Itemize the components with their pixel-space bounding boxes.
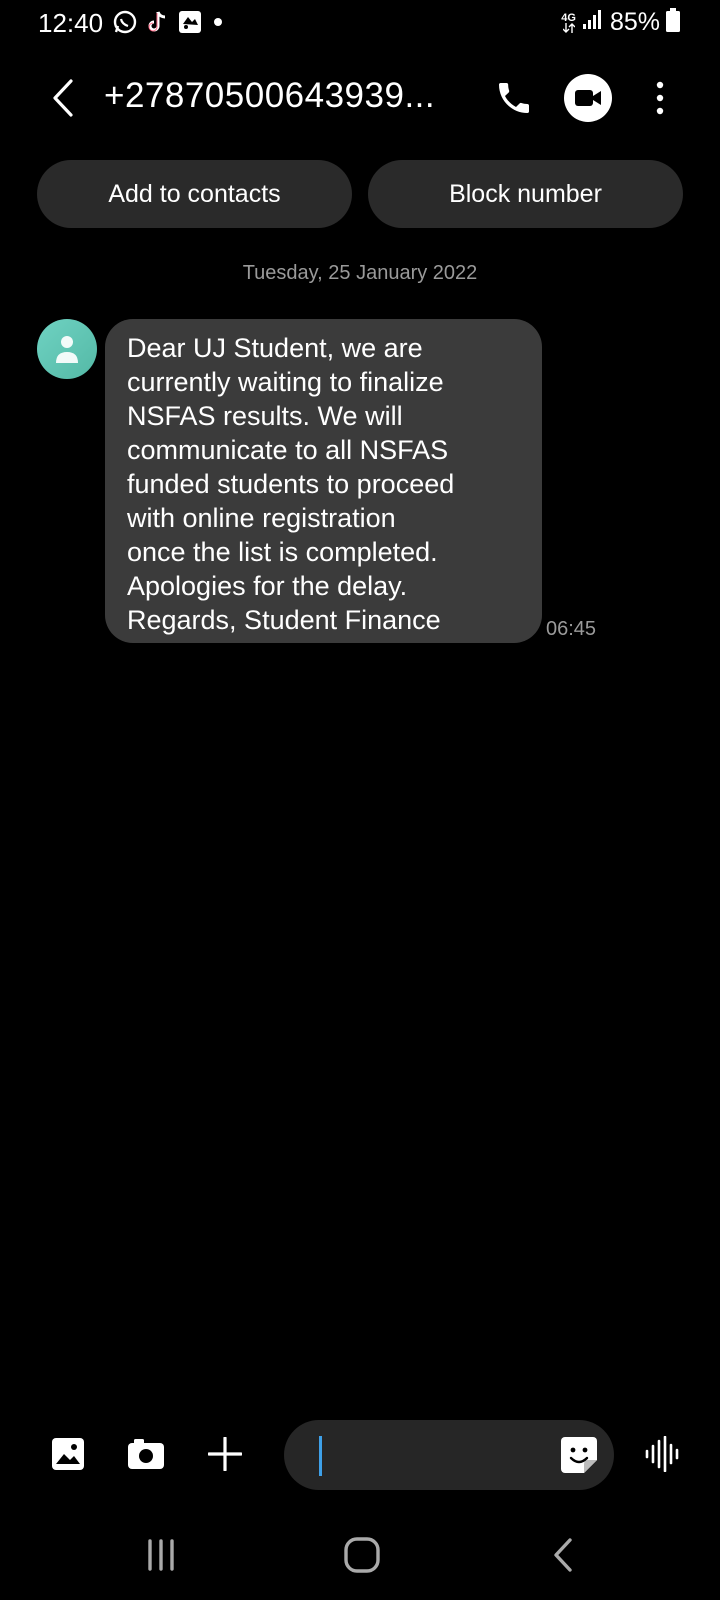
home-icon [344, 1537, 380, 1573]
more-icon [656, 81, 664, 115]
add-to-contacts-button[interactable]: Add to contacts [37, 160, 352, 228]
message-line: Regards, Student Finance [127, 605, 441, 635]
dot-icon [210, 10, 226, 34]
battery-percent: 85% [609, 8, 660, 36]
network-icon: 4G [561, 11, 576, 33]
recents-icon [148, 1539, 174, 1571]
back-icon [53, 79, 73, 117]
call-button[interactable] [490, 72, 538, 124]
network-type: 4G [561, 11, 576, 24]
message-line: funded students to proceed [127, 469, 455, 499]
message-input[interactable] [328, 1432, 528, 1478]
sticker-icon [561, 1437, 597, 1473]
app-icon [178, 10, 202, 34]
back-nav-icon [554, 1538, 572, 1572]
plus-icon [208, 1437, 242, 1471]
message-line: currently waiting to finalize [127, 367, 444, 397]
voice-icon [645, 1436, 679, 1472]
person-icon [56, 336, 78, 363]
voice-record-button[interactable] [642, 1434, 682, 1474]
message-text: Dear UJ Student, we are currently waitin… [127, 331, 522, 637]
contact-title[interactable]: +27870500643939... [104, 76, 435, 116]
camera-icon [128, 1439, 164, 1469]
status-time: 12:40 [38, 8, 104, 38]
message-bubble[interactable]: Dear UJ Student, we are currently waitin… [105, 319, 542, 643]
system-nav-bar [0, 1530, 720, 1600]
conversation-header: +27870500643939... [0, 62, 720, 134]
avatar[interactable] [37, 319, 97, 379]
gallery-icon [52, 1438, 84, 1470]
camera-button[interactable] [126, 1434, 166, 1474]
message-input-container[interactable] [284, 1420, 614, 1490]
date-separator: Tuesday, 25 January 2022 [242, 262, 478, 284]
message-line: with online registration [127, 503, 396, 533]
home-button[interactable] [332, 1530, 392, 1580]
video-call-icon [575, 90, 601, 106]
message-line: NSFAS results. We will [127, 401, 403, 431]
notification-icons [112, 9, 226, 35]
composer [0, 1418, 720, 1490]
gallery-button[interactable] [48, 1434, 88, 1474]
more-options-button[interactable] [640, 72, 680, 124]
video-call-button[interactable] [564, 74, 612, 122]
message-time: 06:45 [546, 618, 597, 640]
nav-back-button[interactable] [533, 1530, 593, 1580]
message-line: Apologies for the delay. [127, 571, 408, 601]
signal-icon [582, 9, 604, 36]
status-right: 4G 85% [561, 8, 680, 37]
recents-button[interactable] [131, 1530, 191, 1580]
battery-icon [666, 8, 680, 37]
text-caret [319, 1436, 322, 1476]
message-line: communicate to all NSFAS [127, 435, 449, 465]
phone-icon [499, 83, 529, 113]
whatsapp-icon [112, 9, 138, 35]
message-line: once the list is completed. [127, 537, 438, 567]
block-number-button[interactable]: Block number [368, 160, 683, 228]
add-attachment-button[interactable] [205, 1434, 245, 1474]
tiktok-icon [146, 9, 170, 35]
status-bar: 12:40 4G 85% [0, 0, 720, 46]
message-line: Dear UJ Student, we are [127, 333, 423, 363]
back-button[interactable] [40, 72, 86, 124]
sticker-button[interactable] [560, 1436, 598, 1474]
